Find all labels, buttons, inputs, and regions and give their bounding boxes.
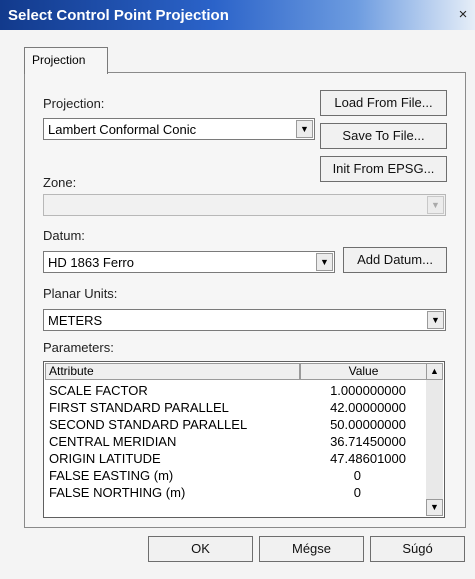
value-cell: 36.71450000: [330, 434, 406, 449]
tab-projection[interactable]: Projection: [24, 47, 108, 74]
scroll-down-icon[interactable]: ▼: [426, 499, 443, 516]
attribute-cell: FALSE NORTHING (m): [49, 485, 186, 500]
help-button[interactable]: Súgó: [370, 536, 465, 562]
tab-projection-label: Projection: [32, 53, 86, 67]
datum-value: HD 1863 Ferro: [48, 255, 134, 270]
planar-units-value: METERS: [48, 313, 103, 328]
attribute-cell: SCALE FACTOR: [49, 383, 148, 398]
column-header-attribute[interactable]: Attribute: [45, 363, 300, 380]
value-cell: 0: [353, 485, 361, 500]
attribute-cell: FIRST STANDARD PARALLEL: [49, 400, 229, 415]
value-cell: 50.00000000: [330, 417, 406, 432]
value-cell: 47.48601000: [330, 451, 406, 466]
projection-select[interactable]: Lambert Conformal Conic ▼: [43, 118, 315, 140]
attribute-cell: CENTRAL MERIDIAN: [49, 434, 177, 449]
ok-button[interactable]: OK: [148, 536, 253, 562]
chevron-down-icon[interactable]: ▼: [296, 120, 313, 138]
table-row[interactable]: SCALE FACTOR 1.000000000: [44, 383, 426, 399]
parameters-scrollbar[interactable]: ▲ ▼: [426, 363, 443, 516]
table-row[interactable]: FIRST STANDARD PARALLEL 42.00000000: [44, 400, 426, 416]
table-row[interactable]: CENTRAL MERIDIAN 36.71450000: [44, 434, 426, 450]
value-cell: 42.00000000: [330, 400, 406, 415]
table-row[interactable]: ORIGIN LATITUDE 47.48601000: [44, 451, 426, 467]
column-header-value[interactable]: Value: [300, 363, 427, 380]
value-cell: 0: [353, 468, 361, 483]
save-to-file-button[interactable]: Save To File...: [320, 123, 447, 149]
table-row[interactable]: FALSE EASTING (m) 0: [44, 468, 426, 484]
projection-value: Lambert Conformal Conic: [48, 122, 197, 137]
scroll-up-icon[interactable]: ▲: [426, 363, 443, 380]
title-bar: Select Control Point Projection ×: [0, 0, 475, 30]
projection-label: Projection:: [43, 96, 105, 111]
load-from-file-button[interactable]: Load From File...: [320, 90, 447, 116]
close-icon[interactable]: ×: [453, 6, 473, 24]
parameters-label: Parameters:: [43, 340, 114, 355]
cancel-button[interactable]: Mégse: [259, 536, 364, 562]
init-from-epsg-button[interactable]: Init From EPSG...: [320, 156, 447, 182]
chevron-down-icon: ▼: [427, 196, 444, 214]
value-cell: 1.000000000: [330, 383, 406, 398]
planar-units-select[interactable]: METERS ▼: [43, 309, 446, 331]
chevron-down-icon[interactable]: ▼: [316, 253, 333, 271]
window-title: Select Control Point Projection: [8, 7, 229, 24]
table-row[interactable]: FALSE NORTHING (m) 0: [44, 485, 426, 501]
attribute-cell: ORIGIN LATITUDE: [49, 451, 161, 466]
table-row[interactable]: SECOND STANDARD PARALLEL 50.00000000: [44, 417, 426, 433]
attribute-cell: FALSE EASTING (m): [49, 468, 174, 483]
zone-label: Zone:: [43, 175, 77, 190]
parameters-list[interactable]: Attribute Value SCALE FACTOR 1.000000000…: [43, 361, 445, 518]
attribute-cell: SECOND STANDARD PARALLEL: [49, 417, 248, 432]
datum-label: Datum:: [43, 228, 85, 243]
zone-select: ▼: [43, 194, 446, 216]
chevron-down-icon[interactable]: ▼: [427, 311, 444, 329]
datum-select[interactable]: HD 1863 Ferro ▼: [43, 251, 335, 273]
planar-units-label: Planar Units:: [43, 286, 118, 301]
add-datum-button[interactable]: Add Datum...: [343, 247, 447, 273]
